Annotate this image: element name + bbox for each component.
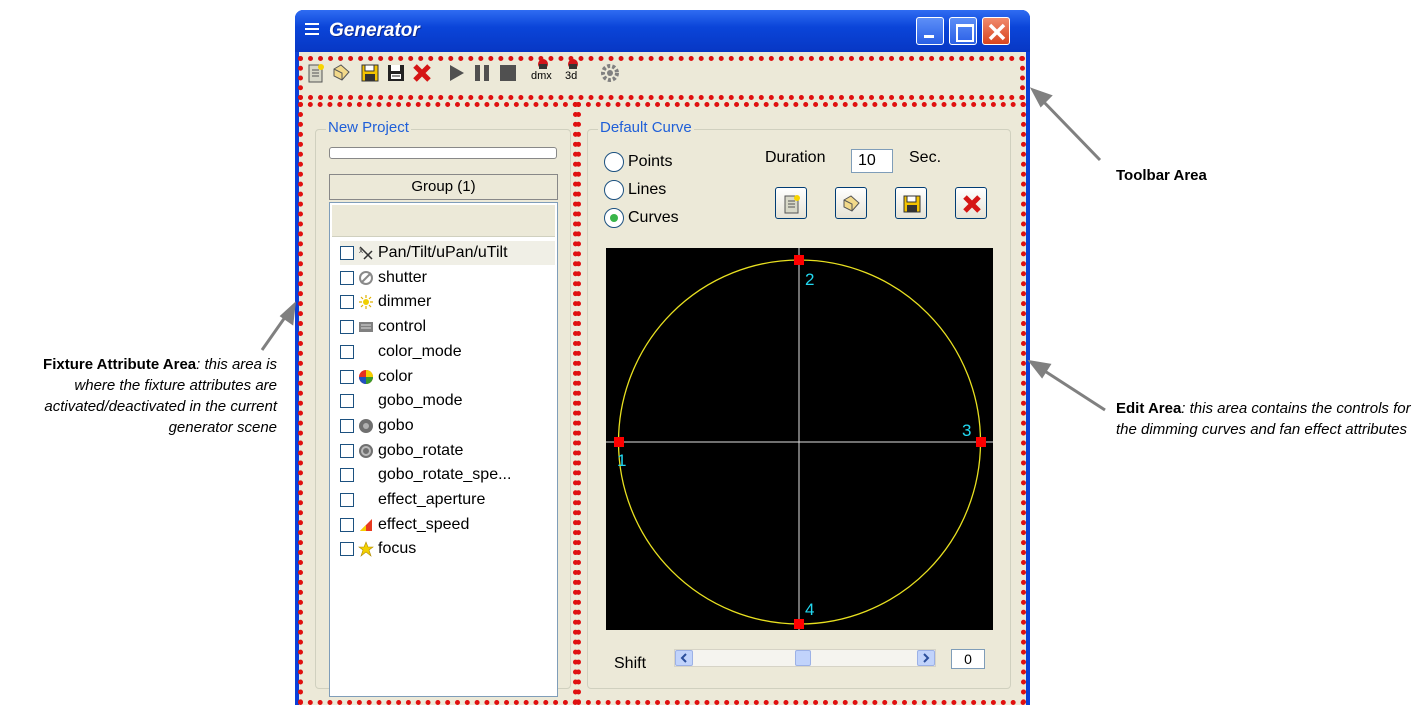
edit-annotation: Edit Area: this area contains the contro… <box>1116 398 1416 440</box>
fixture-annotation-title: Fixture Attribute Area <box>43 356 197 373</box>
toolbar-arrow <box>1038 96 1102 162</box>
edit-arrow <box>1039 366 1106 412</box>
toolbar-annotation-title: Toolbar Area <box>1116 167 1207 184</box>
fixture-annotation: Fixture Attribute Area: this area is whe… <box>5 354 277 438</box>
edit-arrowhead <box>1027 359 1052 379</box>
edit-annotation-title: Edit Area <box>1116 400 1182 417</box>
annotation-arrows <box>260 87 1106 412</box>
toolbar-annotation: Toolbar Area <box>1116 165 1207 186</box>
toolbar-arrowhead <box>1029 87 1053 108</box>
